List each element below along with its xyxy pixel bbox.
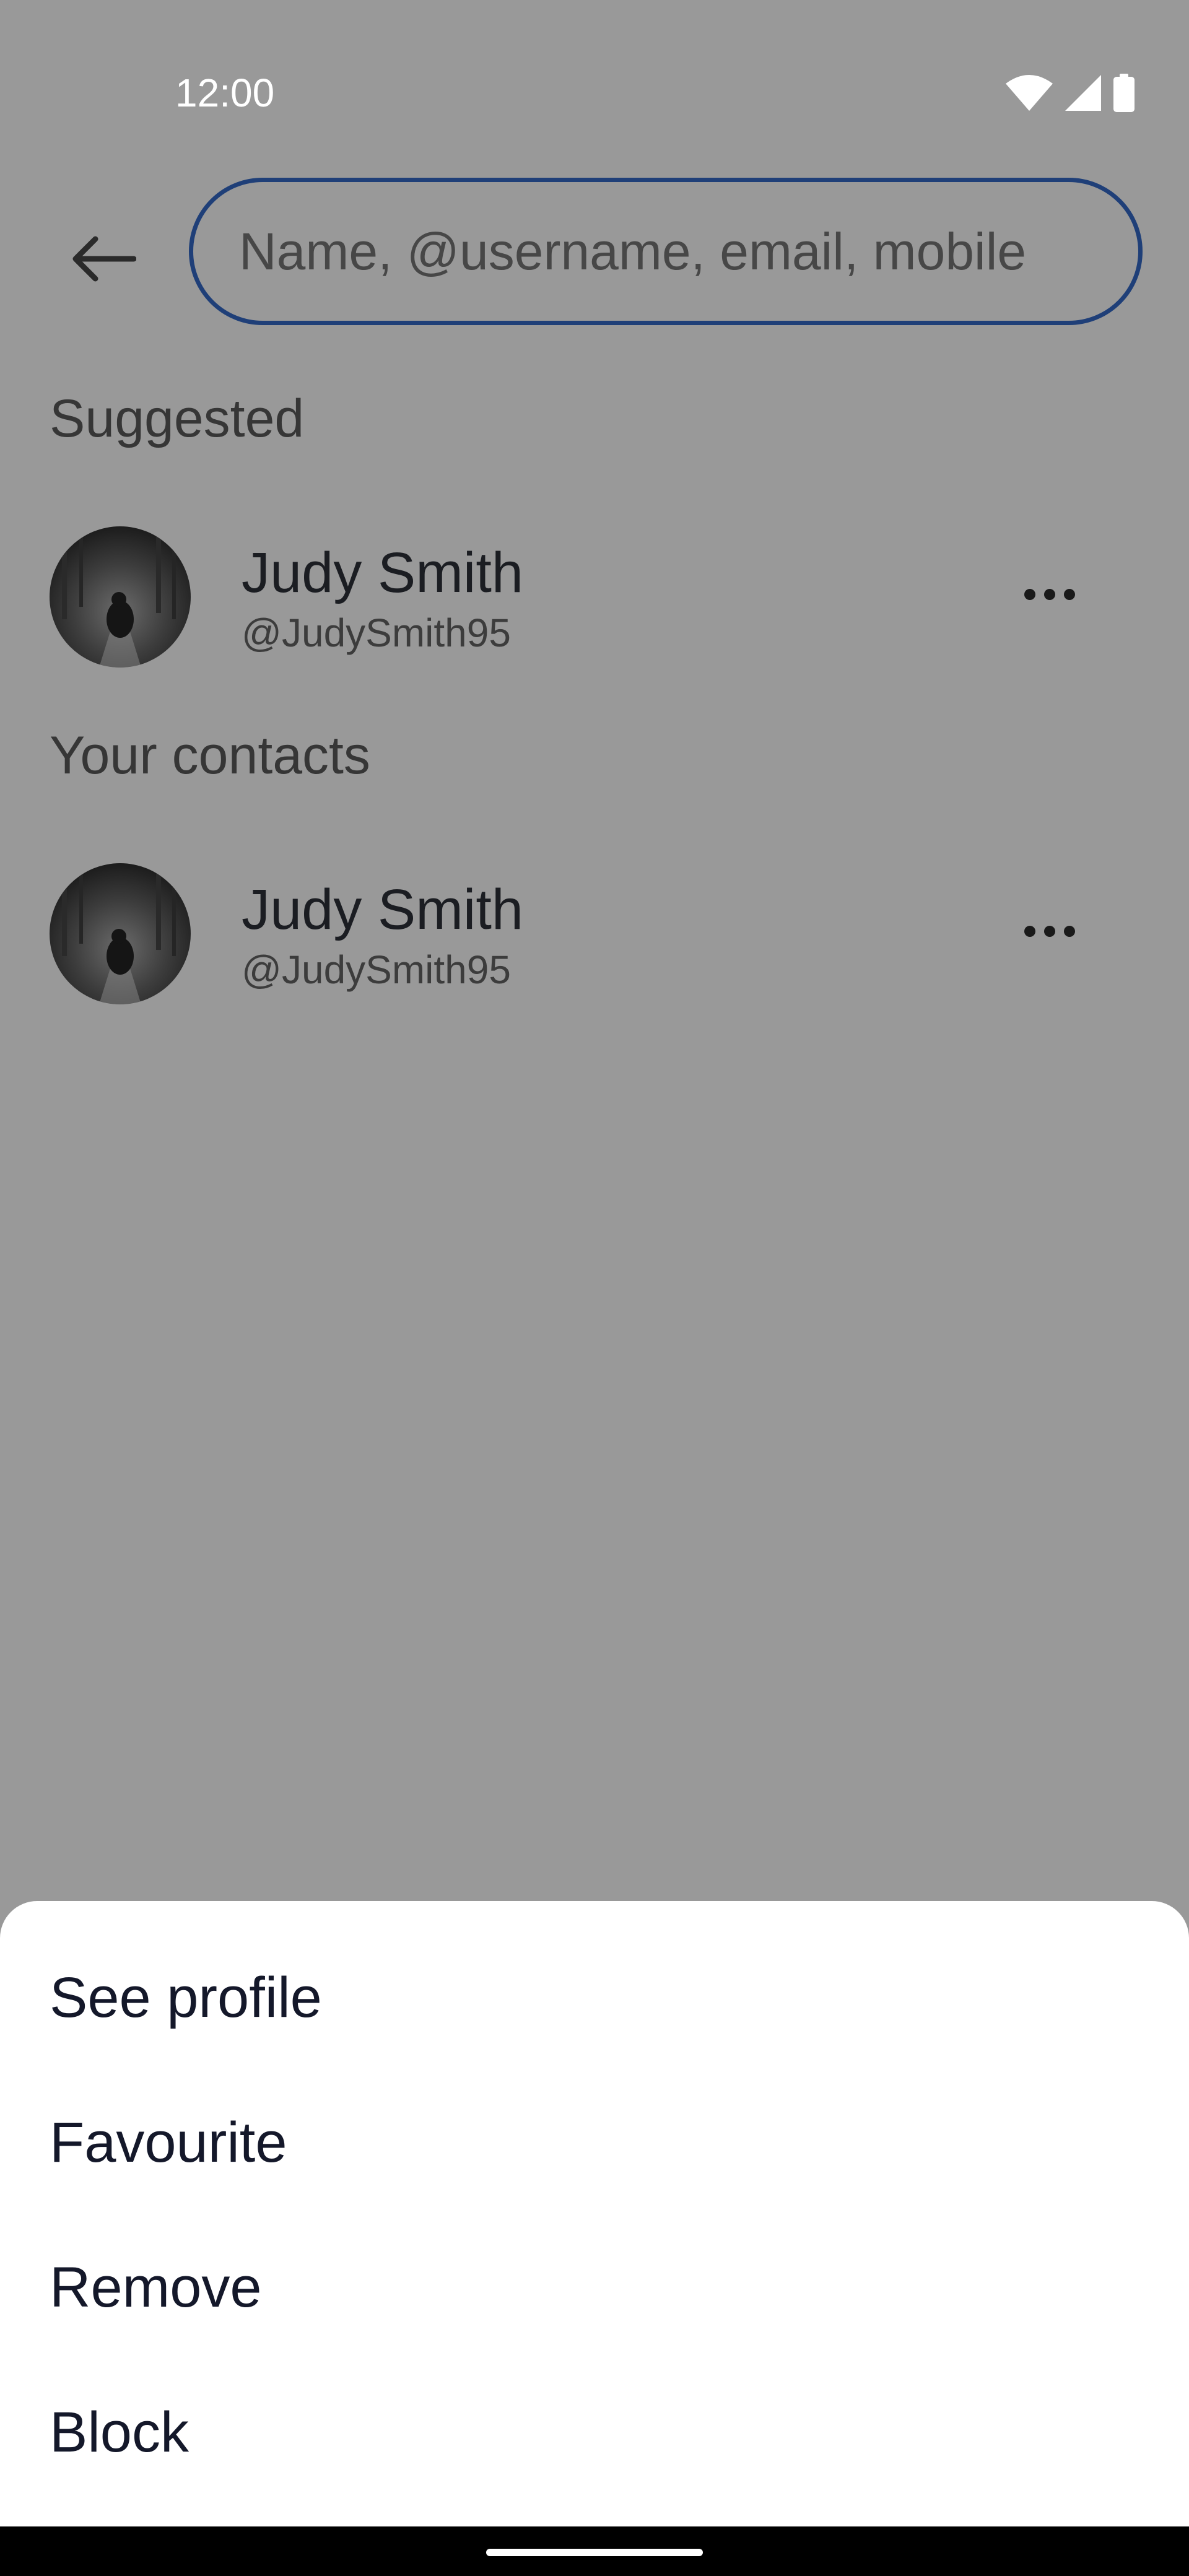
search-placeholder: Name, @username, email, mobile: [239, 222, 1027, 281]
home-indicator[interactable]: [486, 2549, 703, 2556]
status-time: 12:00: [175, 71, 275, 115]
status-icons: [1006, 69, 1135, 116]
block-option[interactable]: Block: [0, 2360, 1189, 2505]
bottom-sheet: See profile Favourite Remove Block: [0, 1901, 1189, 2526]
battery-icon: [1113, 74, 1135, 112]
contact-name: Judy Smith: [242, 878, 524, 941]
search-input[interactable]: Name, @username, email, mobile: [189, 178, 1143, 325]
more-options-button[interactable]: [985, 895, 1115, 970]
remove-option[interactable]: Remove: [0, 2215, 1189, 2360]
avatar: [50, 863, 191, 1004]
more-horizontal-icon: [1024, 925, 1076, 941]
status-bar: 12:00: [0, 0, 1189, 186]
see-profile-option[interactable]: See profile: [0, 1925, 1189, 2070]
contact-row[interactable]: Judy Smith @JudySmith95: [0, 852, 1189, 1013]
suggested-heading: Suggested: [50, 389, 305, 448]
your-contacts-heading: Your contacts: [50, 726, 370, 785]
favourite-option[interactable]: Favourite: [0, 2070, 1189, 2215]
avatar: [50, 526, 191, 668]
contact-handle: @JudySmith95: [242, 947, 511, 992]
cellular-signal-icon: [1065, 75, 1101, 111]
more-horizontal-icon: [1024, 588, 1076, 604]
suggested-contact-row[interactable]: Judy Smith @JudySmith95: [0, 515, 1189, 676]
back-button[interactable]: [56, 213, 150, 307]
contact-name: Judy Smith: [242, 541, 524, 604]
more-options-button[interactable]: [985, 559, 1115, 633]
wifi-icon: [1006, 75, 1053, 111]
contact-handle: @JudySmith95: [242, 611, 511, 655]
arrow-back-icon: [69, 234, 137, 287]
